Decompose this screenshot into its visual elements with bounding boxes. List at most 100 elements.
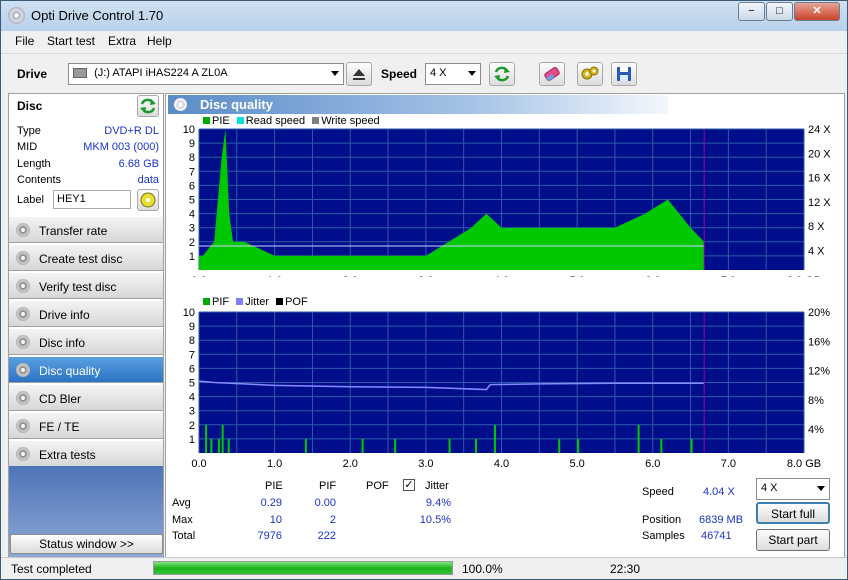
menu-extra[interactable]: Extra xyxy=(108,34,136,48)
close-button[interactable]: ✕ xyxy=(794,2,840,21)
stats-total-pie: 7976 xyxy=(257,530,282,542)
nav-label: Disc info xyxy=(39,336,86,350)
samples-label: Samples xyxy=(642,530,685,542)
pif-bar xyxy=(217,438,220,453)
window-title: Opti Drive Control 1.70 xyxy=(31,8,164,23)
progress-text: 100.0% xyxy=(462,562,503,576)
chevron-down-icon xyxy=(817,486,825,491)
disc-header: Disc xyxy=(17,99,43,113)
save-button[interactable] xyxy=(611,62,637,86)
nav-fe-te[interactable]: FE / TE xyxy=(9,412,163,439)
disc-icon xyxy=(140,192,156,208)
nav-drive-info[interactable]: Drive info xyxy=(9,300,163,327)
samples-value: 46741 xyxy=(701,530,732,542)
nav-label: Verify test disc xyxy=(39,280,117,294)
stats-label-max: Max xyxy=(172,514,193,526)
y-tick-label: 10 xyxy=(183,124,195,136)
nav-disc-info[interactable]: Disc info xyxy=(9,328,163,355)
nav-cd-bler[interactable]: CD Bler xyxy=(9,384,163,411)
x-tick-label: 3.0 xyxy=(418,275,433,277)
chevron-down-icon xyxy=(331,71,339,76)
field-key: Type xyxy=(17,125,41,137)
y-tick-label: 1 xyxy=(189,434,195,446)
nav-disc-quality[interactable]: Disc quality xyxy=(9,356,163,383)
pif-bar xyxy=(475,438,478,453)
maximize-button[interactable]: □ xyxy=(766,2,793,21)
drive-select[interactable]: (J:) ATAPI iHAS224 A ZL0A xyxy=(68,63,344,85)
start-part-button[interactable]: Start part xyxy=(756,529,830,551)
pif-bar xyxy=(690,438,693,453)
stats-header-pie: PIE xyxy=(265,480,283,492)
app-window: Opti Drive Control 1.70 − □ ✕ File Start… xyxy=(0,0,848,580)
nav-label: Disc quality xyxy=(39,364,101,378)
nav-verify-test-disc[interactable]: Verify test disc xyxy=(9,272,163,299)
y-tick-label: 6 xyxy=(189,363,195,375)
x-tick-label: 5.0 xyxy=(569,275,584,277)
nav-create-test-disc[interactable]: Create test disc xyxy=(9,244,163,271)
disc-icon xyxy=(16,419,30,433)
pif-bar xyxy=(205,424,208,453)
jitter-checkbox[interactable]: ✓ xyxy=(403,479,415,491)
start-full-button[interactable]: Start full xyxy=(756,502,830,524)
status-bar: Test completed 100.0% 22:30 xyxy=(1,557,847,579)
panel-title: Disc quality xyxy=(200,97,273,112)
minimize-button[interactable]: − xyxy=(738,2,765,21)
label-button[interactable] xyxy=(137,189,159,211)
y-tick-label: 10 xyxy=(183,307,195,319)
settings-button[interactable] xyxy=(577,62,603,86)
x-tick-label: 2.0 xyxy=(343,275,358,277)
x-tick-label: 1.0 xyxy=(267,458,282,470)
disc-refresh-button[interactable] xyxy=(137,95,159,117)
menu-help[interactable]: Help xyxy=(147,34,172,48)
app-disc-icon xyxy=(8,7,25,24)
x-tick-label: 4.0 xyxy=(494,458,509,470)
x-tick-label: 2.0 xyxy=(343,458,358,470)
nav-label: Drive info xyxy=(39,308,90,322)
x-tick-label: 0.0 xyxy=(191,458,206,470)
drive-icon xyxy=(73,68,87,79)
nav-transfer-rate[interactable]: Transfer rate xyxy=(9,216,163,243)
erase-icon xyxy=(544,66,560,82)
label-field[interactable]: HEY1 xyxy=(53,190,131,209)
y-right-tick-label: 20% xyxy=(808,307,830,319)
erase-button[interactable] xyxy=(539,62,565,86)
stats-avg-jitter: 9.4% xyxy=(425,497,451,509)
nav-label: Create test disc xyxy=(39,252,123,266)
speed-select[interactable]: 4 X xyxy=(425,63,481,85)
menu-start-test[interactable]: Start test xyxy=(47,34,95,48)
y-tick-label: 7 xyxy=(189,166,195,178)
pif-bar xyxy=(394,438,397,453)
y-tick-label: 1 xyxy=(189,251,195,263)
disc-info-panel: Disc Type DVD+R DL MID MKM 003 (000) Lengt… xyxy=(9,94,163,214)
status-window-button[interactable]: Status window >> xyxy=(10,534,163,554)
pif-bar xyxy=(227,438,230,453)
x-tick-label: 7.0 xyxy=(721,458,736,470)
speed-select-value: 4 X xyxy=(430,67,447,79)
refresh-button[interactable] xyxy=(489,62,515,86)
menu-file[interactable]: File xyxy=(15,34,34,48)
speed-readout-label: Speed xyxy=(642,486,674,498)
test-speed-select[interactable]: 4 X xyxy=(756,478,830,500)
x-tick-label: 3.0 xyxy=(418,458,433,470)
y-tick-label: 3 xyxy=(189,406,195,418)
pif-bar xyxy=(448,438,451,453)
nav-extra-tests[interactable]: Extra tests xyxy=(9,440,163,467)
pie-base-band xyxy=(199,255,705,270)
disc-field-contents: Contents data xyxy=(17,174,159,190)
disc-field-length: Length 6.68 GB xyxy=(17,158,159,174)
pif-bar xyxy=(577,438,580,453)
y-right-tick-label: 16 X xyxy=(808,173,831,185)
y-tick-label: 4 xyxy=(189,209,195,221)
y-right-tick-label: 16% xyxy=(808,336,830,348)
disc-quality-panel: Disc quality PIE Read speed Write speed … xyxy=(165,93,845,559)
stats-max-pie: 10 xyxy=(269,514,282,526)
chevron-down-icon xyxy=(468,71,476,76)
x-tick-label: 1.0 xyxy=(267,275,282,277)
eject-button[interactable] xyxy=(346,62,372,86)
title-bar: Opti Drive Control 1.70 − □ ✕ xyxy=(1,1,847,31)
pif-bar xyxy=(493,424,496,453)
field-key: Length xyxy=(17,158,51,170)
pif-bar xyxy=(221,424,224,453)
x-tick-label: 0.0 xyxy=(191,275,206,277)
y-tick-label: 5 xyxy=(189,378,195,390)
